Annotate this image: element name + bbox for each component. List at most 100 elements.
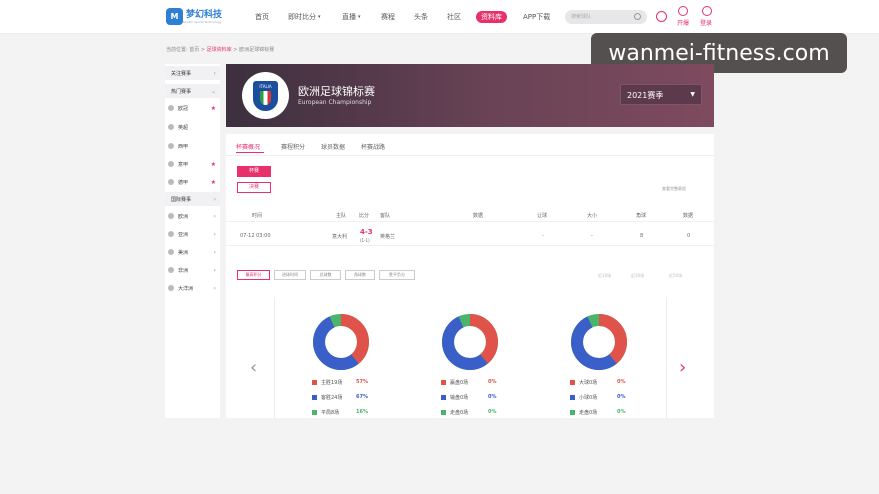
sidebar-follow[interactable]: 关注赛事 ›	[165, 66, 220, 80]
legend-label: 赢盘0场	[450, 380, 469, 386]
logo-mark-icon: M	[166, 8, 183, 25]
tab-players[interactable]: 球员数据	[321, 142, 345, 151]
sidebar-item-laliga[interactable]: 西甲	[165, 139, 220, 153]
kaibao-link[interactable]: 开爆	[677, 18, 689, 27]
star-icon[interactable]: ★	[211, 105, 216, 112]
sidebar-intl[interactable]: 国际赛事 ›	[165, 192, 220, 206]
user-icon[interactable]	[702, 6, 712, 16]
table-row[interactable]: 07-12 03:00 意大利 4-3 (1-1) 英格兰 - - 8 0	[226, 226, 714, 246]
sidebar-intl-label: 国际赛事	[171, 196, 192, 203]
legend-item: 赢盘0场	[441, 379, 468, 386]
search-input[interactable]: 搜索球队	[565, 10, 647, 24]
region-icon	[168, 267, 174, 273]
legend-item: 客胜24场	[312, 394, 342, 401]
legend-item: 走盘0场	[570, 409, 597, 416]
legend-percent: 0%	[488, 409, 497, 415]
nav-schedule[interactable]: 赛程	[381, 11, 395, 23]
view-full-schedule-link[interactable]: 查看完整赛程	[662, 186, 686, 192]
chevron-right-icon: ›	[213, 195, 216, 203]
filter-last-30[interactable]: 近30场	[631, 273, 644, 279]
legend-percent: 0%	[488, 394, 497, 400]
nav-database[interactable]: 资料库	[476, 11, 507, 23]
logo[interactable]: M 梦幻科技 Dream Sports Technology	[166, 8, 222, 25]
nav-headlines[interactable]: 头条	[414, 11, 428, 23]
region-icon	[168, 213, 174, 219]
home-team[interactable]: 意大利	[332, 233, 347, 240]
legend-percent: 16%	[356, 409, 368, 415]
th-over-under: 大小	[587, 213, 598, 219]
legend-percent: 57%	[356, 379, 368, 385]
league-banner: ITALIA 欧洲足球锦标赛 European Championship 202…	[226, 64, 714, 127]
final-button[interactable]: 决赛	[237, 182, 271, 193]
filter-last-50[interactable]: 近50场	[669, 273, 682, 279]
chevron-left-icon[interactable]: ‹	[250, 357, 257, 378]
legend-label: 主胜19场	[321, 380, 343, 386]
legend-percent: 0%	[617, 409, 626, 415]
chevron-right-icon[interactable]: ›	[679, 357, 686, 378]
breadcrumb-current: 欧洲足球锦标赛	[239, 47, 275, 53]
chevron-right-icon: ›	[213, 266, 216, 274]
tab-overview[interactable]: 杯赛概况	[236, 142, 260, 151]
sidebar-hot[interactable]: 热门赛事 ⌄	[165, 84, 220, 98]
donut-chart-home-away	[312, 314, 370, 371]
filter-win-draw-loss[interactable]: 胜平负分	[379, 270, 415, 280]
match-table-header: 时间 主队 比分 客队 数据 让球 大小 角球 数据	[226, 208, 714, 222]
match-score[interactable]: 4-3	[360, 228, 373, 236]
data-value: 0	[687, 233, 691, 239]
logo-text: 梦幻科技	[186, 9, 223, 20]
sidebar-item-seriea[interactable]: 意甲 ★	[165, 157, 220, 171]
sidebar-item-oceania[interactable]: 大洋洲 ›	[165, 281, 220, 295]
cup-button[interactable]: 杯赛	[237, 166, 271, 177]
caret-down-icon: ▼	[690, 91, 695, 98]
season-value: 2021赛季	[627, 91, 664, 100]
season-select[interactable]: 2021赛季 ▼	[620, 84, 702, 105]
sidebar-item-epl[interactable]: 英超	[165, 120, 220, 134]
kaibao-icon[interactable]	[678, 6, 688, 16]
legend-label: 客胜24场	[321, 395, 343, 401]
legend-percent: 67%	[356, 394, 368, 400]
legend-percent: 0%	[488, 379, 497, 385]
league-icon	[168, 124, 174, 130]
filter-total-goals[interactable]: 总球数	[310, 270, 341, 280]
star-icon[interactable]: ★	[211, 179, 216, 186]
legend-item: 平局8场	[312, 409, 339, 416]
legend-item: 输盘0场	[441, 394, 468, 401]
filter-last-10[interactable]: 近10场	[598, 273, 611, 279]
chevron-right-icon: ›	[213, 212, 216, 220]
swatch	[312, 380, 317, 385]
swatch	[570, 395, 575, 400]
sidebar-item-bundesliga[interactable]: 德甲 ★	[165, 175, 220, 189]
nav-live-stream[interactable]: 直播	[342, 11, 356, 23]
legend-percent: 0%	[617, 379, 626, 385]
nav-home[interactable]: 首页	[255, 11, 269, 23]
breadcrumb-home[interactable]: 首页	[189, 47, 199, 53]
breadcrumb-database[interactable]: 足球资料库	[207, 47, 232, 53]
tab-schedule[interactable]: 赛程积分	[281, 142, 305, 151]
region-icon	[168, 249, 174, 255]
sidebar-item-africa[interactable]: 非洲 ›	[165, 263, 220, 277]
login-link[interactable]: 登录	[700, 18, 712, 27]
legend-item: 大球0场	[570, 379, 597, 386]
filter-goal-time[interactable]: 进球时间	[274, 270, 306, 280]
th-away: 客队	[380, 213, 391, 219]
sidebar-item-europe[interactable]: 欧洲 ›	[165, 209, 220, 223]
notification-icon[interactable]	[656, 11, 667, 22]
league-icon	[168, 143, 174, 149]
swatch	[441, 380, 446, 385]
search-icon[interactable]	[634, 13, 641, 20]
filter-top-score[interactable]: 最高积分	[237, 270, 270, 280]
star-icon[interactable]: ★	[211, 161, 216, 168]
league-icon	[168, 105, 174, 111]
nav-app-download[interactable]: APP下载	[523, 11, 550, 23]
nav-community[interactable]: 社区	[447, 11, 461, 23]
sidebar-item-label: 亚洲	[178, 231, 189, 238]
sidebar-item-asia[interactable]: 亚洲 ›	[165, 227, 220, 241]
sidebar-item-ucl[interactable]: 欧冠 ★	[165, 101, 220, 115]
legend-label: 走盘0场	[450, 410, 469, 416]
sidebar-item-america[interactable]: 美洲 ›	[165, 245, 220, 259]
away-team[interactable]: 英格兰	[380, 233, 395, 240]
tab-path[interactable]: 杯赛战路	[361, 142, 385, 151]
nav-live-score[interactable]: 即时比分	[288, 11, 316, 23]
filter-corners[interactable]: 角球数	[345, 270, 375, 280]
swatch	[441, 410, 446, 415]
